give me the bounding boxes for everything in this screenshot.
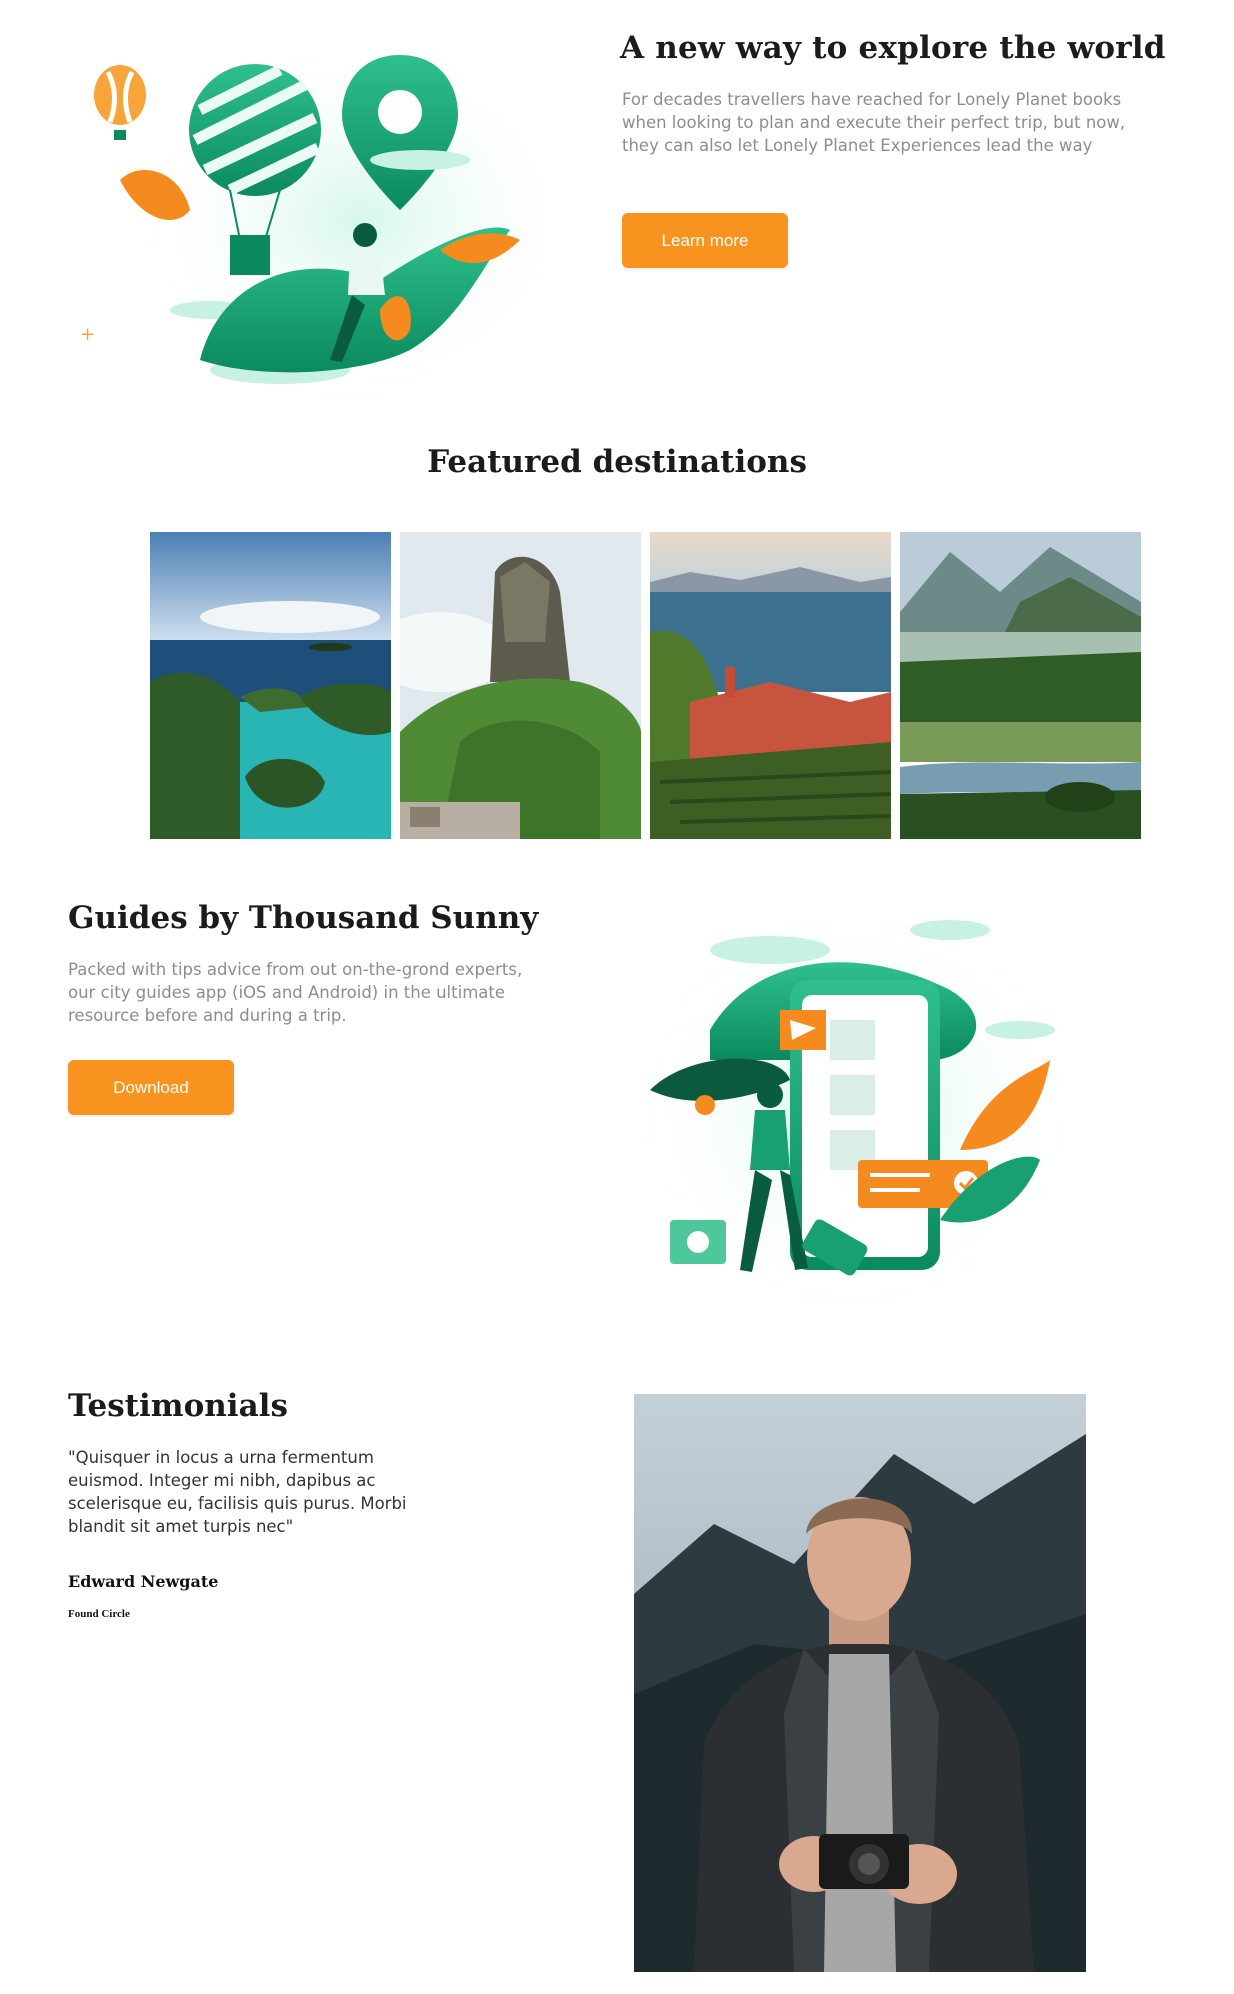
destination-image-islands[interactable]	[150, 532, 391, 839]
testimonial-quote: "Quisquer in locus a urna fermentum euis…	[68, 1448, 407, 1536]
guides-title: Guides by Thousand Sunny	[68, 900, 539, 936]
guides-illustration	[630, 900, 1080, 1320]
svg-text:+: +	[80, 324, 95, 345]
destination-image-mountain[interactable]	[400, 532, 641, 839]
testimonial-author-role: Found Circle	[68, 1608, 130, 1620]
featured-title: Featured destinations	[427, 444, 807, 480]
learn-more-button[interactable]: Learn more	[622, 213, 788, 268]
hero-description: For decades travellers have reached for …	[622, 90, 1126, 155]
guides-description: Packed with tips advice from out on-the-…	[68, 960, 523, 1025]
download-button[interactable]: Download	[68, 1060, 234, 1115]
testimonial-photo	[634, 1394, 1086, 1972]
destination-image-river[interactable]	[900, 532, 1141, 839]
small-balloon-icon	[94, 65, 146, 140]
hero-title: A new way to explore the world	[620, 30, 1166, 66]
destination-image-village[interactable]	[650, 532, 891, 839]
testimonials-title: Testimonials	[68, 1388, 288, 1424]
hero-illustration: +	[80, 30, 550, 410]
testimonial-author-name: Edward Newgate	[68, 1572, 219, 1591]
